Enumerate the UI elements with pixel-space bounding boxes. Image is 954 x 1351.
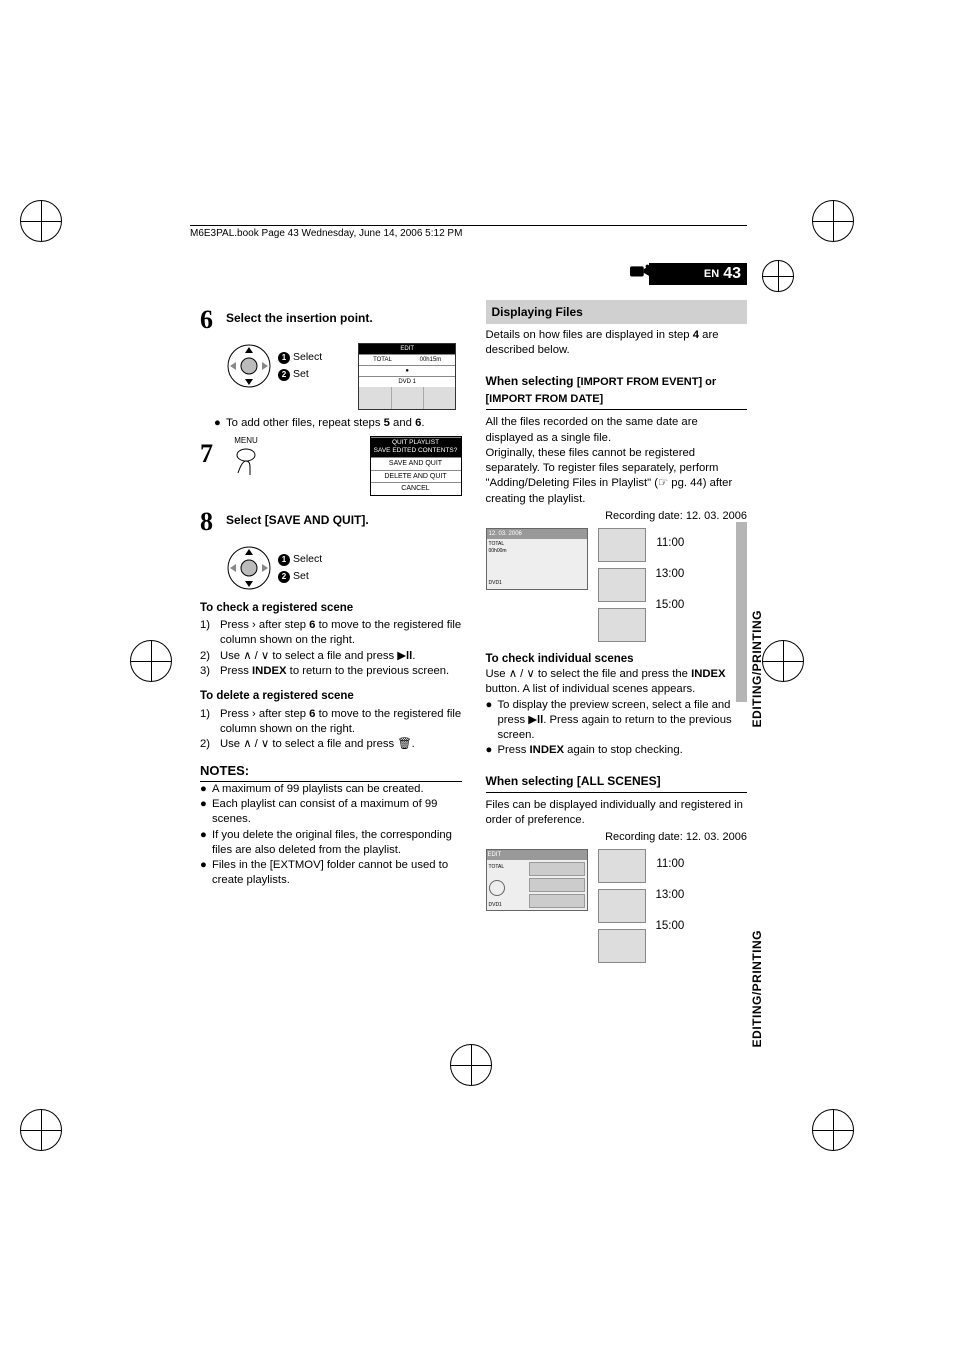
- body-text: Press › after step 6 to move to the regi…: [220, 707, 462, 738]
- crop-mark: [20, 200, 62, 242]
- time-column: 11:00 13:00 15:00: [656, 849, 685, 942]
- note-text: If you delete the original files, the co…: [212, 828, 462, 859]
- time-column: 11:00 13:00 15:00: [656, 528, 685, 621]
- body-text: Press INDEX to return to the previous sc…: [220, 664, 449, 679]
- body-text: Files can be displayed individually and …: [486, 798, 748, 829]
- body-text: To display the preview screen, select a …: [498, 698, 748, 744]
- left-column: 6 Select the insertion point. 1Select: [200, 300, 462, 963]
- crop-mark: [762, 260, 794, 292]
- page-number: 43: [723, 265, 741, 283]
- sub-section-heading: When selecting [ALL SCENES]: [486, 773, 748, 793]
- page-number-band: EN 43: [649, 263, 747, 285]
- right-column: Displaying Files Details on how files ar…: [486, 300, 748, 963]
- lcd-screen-icon: 12. 03. 2006 TOTAL00h00m DVD1: [486, 528, 588, 590]
- section-heading: Displaying Files: [486, 300, 748, 324]
- crop-mark: [450, 1044, 492, 1086]
- dpad-icon: [226, 545, 272, 591]
- menu-box: QUIT PLAYLISTSAVE EDITED CONTENTS? SAVE …: [370, 436, 462, 496]
- set-label: Set: [293, 368, 309, 380]
- lcd-screen-icon: EDIT TOTAL00h15m ● DVD 1: [358, 343, 456, 410]
- crop-mark: [762, 640, 804, 682]
- crop-mark: [20, 1109, 62, 1151]
- step-number: 7: [200, 436, 222, 471]
- step-title: Select the insertion point.: [226, 302, 373, 326]
- body-text: To add other files, repeat steps 5 and 6…: [226, 416, 425, 431]
- page-lang: EN: [704, 268, 719, 280]
- select-label: Select: [293, 351, 322, 363]
- step-title: Select [SAVE AND QUIT].: [226, 504, 369, 528]
- select-label: Select: [293, 553, 322, 565]
- header-text: M6E3PAL.book Page 43 Wednesday, June 14,…: [190, 225, 747, 239]
- note-text: Files in the [EXTMOV] folder cannot be u…: [212, 858, 462, 889]
- section-tab-label: EDITING/PRINTING: [750, 930, 764, 1047]
- body-text: Use ∧ / ∨ to select the file and press t…: [486, 667, 748, 698]
- sub-heading: To check individual scenes: [486, 652, 748, 668]
- up-down-icon: ∧ / ∨: [243, 650, 269, 662]
- body-text: Press INDEX again to stop checking.: [498, 743, 683, 758]
- body-text: Use ∧ / ∨ to select a file and press ▶ll…: [220, 649, 415, 664]
- trash-icon: 🗑: [397, 738, 411, 750]
- step-number: 8: [200, 504, 222, 539]
- body-text: Details on how files are displayed in st…: [486, 328, 748, 359]
- menu-button-icon: MENU: [226, 436, 266, 480]
- lcd-screen-icon: EDIT TOTAL DVD1: [486, 849, 588, 911]
- set-label: Set: [293, 570, 309, 582]
- body-text: Press › after step 6 to move to the regi…: [220, 618, 462, 649]
- sub-heading: To delete a registered scene: [200, 689, 462, 705]
- crop-mark: [812, 200, 854, 242]
- crop-mark: [812, 1109, 854, 1151]
- play-pause-icon: ▶ll: [528, 714, 543, 726]
- page-ref-icon: ☞: [658, 477, 668, 489]
- step-number: 6: [200, 302, 222, 337]
- notes-heading: NOTES:: [200, 762, 462, 782]
- note-text: Each playlist can consist of a maximum o…: [212, 797, 462, 828]
- thumbnail-column: [598, 849, 646, 963]
- section-tab-label: EDITING/PRINTING: [750, 610, 764, 727]
- crop-mark: [130, 640, 172, 682]
- note-text: A maximum of 99 playlists can be created…: [212, 782, 424, 797]
- sub-heading: To check a registered scene: [200, 601, 462, 617]
- up-down-icon: ∧ / ∨: [509, 668, 535, 680]
- body-text: Originally, these files cannot be regist…: [486, 446, 748, 507]
- body-text: Use ∧ / ∨ to select a file and press 🗑.: [220, 737, 415, 752]
- thumbnail-column: [598, 528, 646, 642]
- play-pause-icon: ▶ll: [397, 650, 412, 662]
- body-text: All the files recorded on the same date …: [486, 415, 748, 446]
- recording-date: Recording date: 12. 03. 2006: [486, 509, 748, 524]
- dpad-icon: [226, 343, 272, 389]
- up-down-icon: ∧ / ∨: [243, 738, 269, 750]
- recording-date: Recording date: 12. 03. 2006: [486, 830, 748, 845]
- sub-section-heading: When selecting [IMPORT FROM EVENT] or [I…: [486, 373, 748, 411]
